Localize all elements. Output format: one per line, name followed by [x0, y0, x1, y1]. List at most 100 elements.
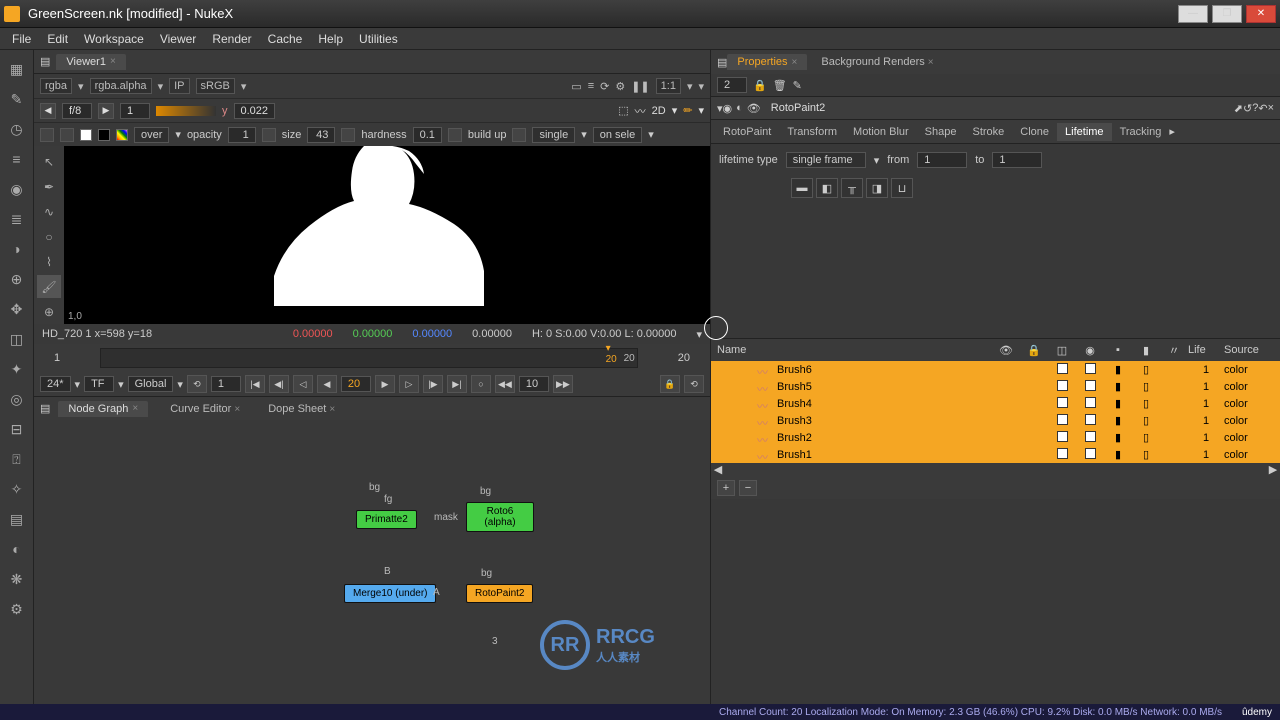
color-checkbox[interactable] — [1085, 414, 1096, 425]
maximize-button[interactable]: ❐ — [1212, 5, 1242, 23]
cara-tool-icon[interactable]: ❋ — [3, 565, 31, 593]
add-stroke-button[interactable]: + — [717, 480, 735, 496]
menu-edit[interactable]: Edit — [39, 32, 76, 46]
tab-bg-renders[interactable]: Background Renders × — [811, 54, 943, 70]
close-node-icon[interactable]: × — [1268, 102, 1274, 114]
blend-mode-select[interactable]: over — [134, 127, 169, 143]
invert-cell[interactable]: ▯ — [1132, 363, 1160, 376]
current-frame[interactable]: 20 — [341, 376, 371, 392]
curve-icon[interactable]: 〰 — [635, 103, 646, 119]
invert-cell[interactable]: ▯ — [1132, 431, 1160, 444]
lifetime-end-button[interactable]: ◨ — [866, 178, 888, 198]
2d-select[interactable]: 2D — [652, 105, 666, 117]
zoom-select[interactable]: 1:1 — [656, 78, 681, 94]
bg-swatch[interactable] — [98, 129, 110, 141]
table-row[interactable]: 〰 Brush4 ▮ ▯ 1 color — [711, 395, 1280, 412]
prev-key-button[interactable]: ◀| — [269, 375, 289, 393]
roi-icon[interactable]: ⬚ — [618, 104, 628, 117]
skip-field[interactable]: 10 — [519, 376, 549, 392]
brush-type-select[interactable]: single — [532, 127, 575, 143]
invert-cell[interactable]: ▯ — [1132, 397, 1160, 410]
eyedropper-icon[interactable] — [60, 128, 74, 142]
menu-viewer[interactable]: Viewer — [152, 32, 204, 46]
toolsets-icon[interactable]: ✧ — [3, 475, 31, 503]
last-frame-button[interactable]: ▶| — [447, 375, 467, 393]
node-merge[interactable]: Merge10 (under) — [344, 584, 436, 603]
lock-icon[interactable]: 🔒 — [660, 375, 680, 393]
3d-tool-icon[interactable]: ◫ — [3, 325, 31, 353]
time-tool-icon[interactable]: ◷ — [3, 115, 31, 143]
color-checkbox[interactable] — [1085, 397, 1096, 408]
table-row[interactable]: 〰 Brush3 ▮ ▯ 1 color — [711, 412, 1280, 429]
node-primatte[interactable]: Primatte2 — [356, 510, 417, 529]
col-motion-icon[interactable]: 〃 — [1160, 342, 1188, 358]
hardness-curve-icon[interactable] — [448, 128, 462, 142]
gear-viewer-icon[interactable]: ⚙ — [615, 80, 625, 93]
in-frame[interactable]: 1 — [211, 376, 241, 392]
close-icon[interactable]: × — [792, 57, 798, 68]
lifetime-all-button[interactable]: ▬ — [791, 178, 813, 198]
metadata-tool-icon[interactable]: ⍰ — [3, 445, 31, 473]
viewer-tab[interactable]: Viewer1 × — [56, 54, 125, 70]
colorspace-select[interactable]: sRGB — [196, 78, 235, 94]
channel-b-select[interactable]: rgba.alpha — [90, 78, 152, 94]
transform-tool-icon[interactable]: ✥ — [3, 295, 31, 323]
table-row[interactable]: 〰 Brush5 ▮ ▯ 1 color — [711, 378, 1280, 395]
color-checkbox[interactable] — [1085, 380, 1096, 391]
ptab-lifetime[interactable]: Lifetime — [1057, 123, 1112, 141]
viewer-canvas[interactable]: 1,0 — [64, 146, 710, 324]
overlay-checkbox[interactable] — [1057, 363, 1068, 374]
node-roto6[interactable]: Roto6(alpha) — [466, 502, 534, 532]
table-row[interactable]: 〰 Brush6 ▮ ▯ 1 color — [711, 361, 1280, 378]
step-fwd-button[interactable]: ▷ — [399, 375, 419, 393]
brush-tool-icon[interactable]: 🖌 — [37, 275, 61, 298]
color-tool-icon[interactable]: ◉ — [3, 175, 31, 203]
play-back-button[interactable]: ◀ — [317, 375, 337, 393]
image-tool-icon[interactable]: ▦ — [3, 55, 31, 83]
menu-help[interactable]: Help — [310, 32, 351, 46]
close-button[interactable]: ✕ — [1246, 5, 1276, 23]
link-icon[interactable]: ⟲ — [684, 375, 704, 393]
menu-render[interactable]: Render — [204, 32, 259, 46]
menu-cache[interactable]: Cache — [260, 32, 311, 46]
blend-cell[interactable]: ▮ — [1104, 380, 1132, 393]
to-field[interactable]: 1 — [992, 152, 1042, 168]
zoom-tool-icon[interactable]: ⊕ — [37, 300, 61, 323]
buildup-icon[interactable] — [512, 128, 526, 142]
next-key-button[interactable]: |▶ — [423, 375, 443, 393]
step-back-button[interactable]: ◁ — [293, 375, 313, 393]
overlay-checkbox[interactable] — [1057, 397, 1068, 408]
pause-icon[interactable]: ❚❚ — [631, 80, 649, 93]
first-frame-button[interactable]: |◀ — [245, 375, 265, 393]
overlay-checkbox[interactable] — [1057, 414, 1068, 425]
scroll-left-icon[interactable]: ◀ — [711, 463, 725, 477]
blend-cell[interactable]: ▮ — [1104, 414, 1132, 427]
l-button[interactable]: ▶▶ — [553, 375, 573, 393]
node-help-icon[interactable]: ◉ — [723, 102, 733, 115]
max-panels-field[interactable]: 2 — [717, 77, 747, 93]
minimize-button[interactable]: — — [1178, 5, 1208, 23]
blend-cell[interactable]: ▮ — [1104, 448, 1132, 461]
ptab-transform[interactable]: Transform — [779, 123, 845, 141]
lifetime-type-select[interactable]: single frame — [786, 152, 866, 168]
tab-properties[interactable]: Properties× — [727, 54, 807, 70]
color-checkbox[interactable] — [1085, 363, 1096, 374]
draw-tool-icon[interactable]: ✎ — [3, 85, 31, 113]
rows-icon[interactable]: ≡ — [588, 80, 594, 92]
refresh-icon[interactable]: ⟳ — [600, 80, 609, 93]
revert-icon[interactable]: ↺ — [1243, 102, 1252, 115]
prev-channel-button[interactable]: ◀ — [40, 103, 56, 119]
deep-tool-icon[interactable]: ◎ — [3, 385, 31, 413]
pane-menu-icon[interactable]: ▤ — [40, 55, 50, 68]
blend-cell[interactable]: ▮ — [1104, 431, 1132, 444]
ptab-tracking[interactable]: Tracking — [1112, 123, 1170, 141]
blend-cell[interactable]: ▮ — [1104, 397, 1132, 410]
menu-workspace[interactable]: Workspace — [76, 32, 152, 46]
color-checkbox[interactable] — [1085, 448, 1096, 459]
overlay-checkbox[interactable] — [1057, 431, 1068, 442]
tab-node-graph[interactable]: Node Graph× — [58, 401, 148, 417]
invert-cell[interactable]: ▯ — [1132, 414, 1160, 427]
fps-field[interactable]: 24* — [40, 376, 71, 392]
keyer-tool-icon[interactable]: ◑ — [3, 235, 31, 263]
node-color-icon[interactable]: ◐ — [736, 102, 743, 115]
